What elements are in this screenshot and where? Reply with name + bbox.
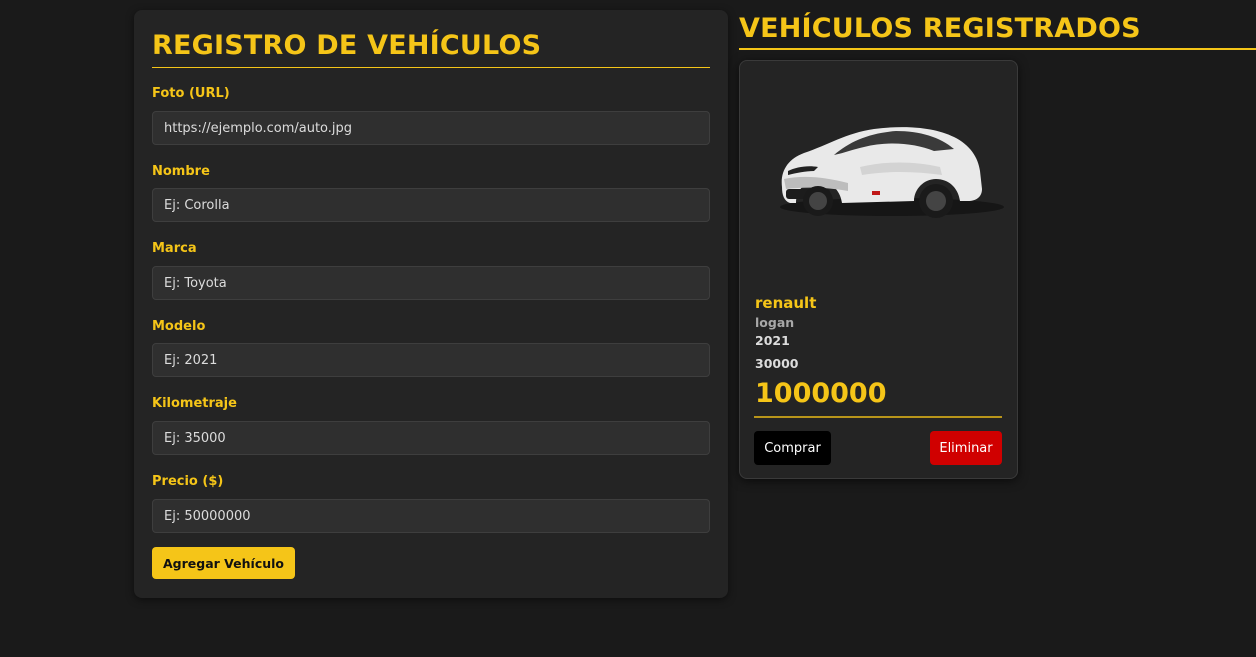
name-field-group: Nombre	[152, 164, 710, 222]
brand-input[interactable]	[152, 266, 710, 300]
delete-button[interactable]: Eliminar	[930, 431, 1002, 465]
car-photo	[780, 127, 1004, 218]
buy-button[interactable]: Comprar	[754, 431, 831, 465]
vehicle-mileage: 30000	[755, 356, 799, 371]
vehicle-model: logan	[755, 315, 795, 330]
price-field-group: Precio ($)	[152, 474, 710, 533]
form-title: REGISTRO DE VEHÍCULOS	[152, 28, 710, 68]
vehicle-year: 2021	[755, 333, 790, 348]
vehicle-price: 1000000	[755, 378, 887, 409]
name-label: Nombre	[152, 164, 210, 179]
model-label: Modelo	[152, 319, 206, 334]
registered-vehicles-title: VEHÍCULOS REGISTRADOS	[739, 13, 1141, 44]
title-divider	[739, 48, 1256, 50]
vehicle-brand: renault	[755, 294, 817, 312]
vehicle-registration-form: REGISTRO DE VEHÍCULOS Foto (URL) Nombre …	[134, 10, 728, 598]
photo-url-label: Foto (URL)	[152, 86, 230, 101]
photo-url-input[interactable]	[152, 111, 710, 145]
mileage-label: Kilometraje	[152, 396, 237, 411]
model-input[interactable]	[152, 343, 710, 377]
name-input[interactable]	[152, 188, 710, 222]
vehicle-card: renault logan 2021 30000 1000000 Comprar…	[739, 60, 1018, 479]
add-vehicle-button[interactable]: Agregar Vehículo	[152, 547, 295, 579]
mileage-input[interactable]	[152, 421, 710, 455]
model-field-group: Modelo	[152, 319, 710, 377]
photo-url-field-group: Foto (URL)	[152, 86, 710, 145]
card-divider	[754, 416, 1002, 418]
price-label: Precio ($)	[152, 474, 224, 489]
price-input[interactable]	[152, 499, 710, 533]
brand-field-group: Marca	[152, 241, 710, 300]
mileage-field-group: Kilometraje	[152, 396, 710, 455]
brand-label: Marca	[152, 241, 197, 256]
